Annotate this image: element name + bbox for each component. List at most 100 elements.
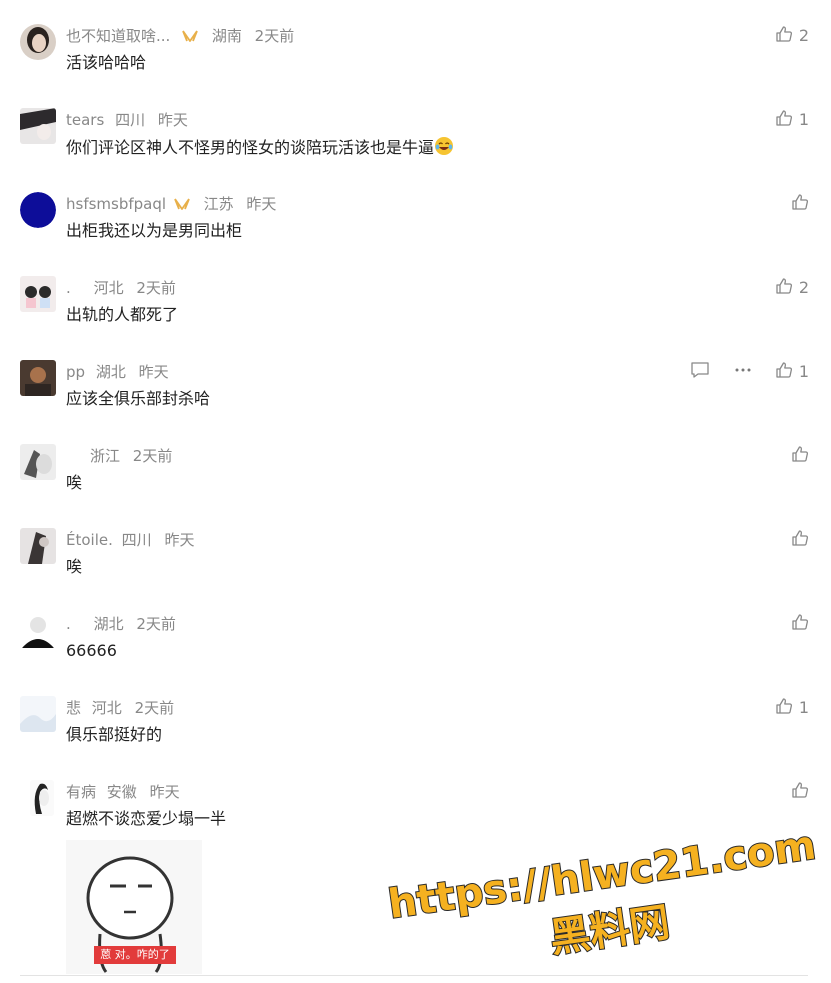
comment-item: 浙江 2天前 唉 — [0, 444, 831, 528]
thumbs-up-icon — [775, 277, 793, 300]
comment-meta: 浙江 2天前 — [90, 446, 172, 466]
region: 四川 — [115, 111, 146, 129]
comment-text: 你们评论区神人不怪男的怪女的谈陪玩活该也是牛逼 — [66, 136, 454, 162]
comment-meta: 也不知道取啥... 湖南 2天前 — [66, 26, 294, 46]
timestamp: 2天前 — [136, 615, 176, 633]
username[interactable]: Étoile. — [66, 531, 113, 549]
username[interactable]: 悲 — [66, 699, 81, 717]
timestamp: 2天前 — [132, 447, 173, 465]
username[interactable]: 也不知道取啥... — [66, 27, 170, 45]
timestamp: 昨天 — [164, 531, 195, 549]
thumbs-up-icon — [775, 697, 793, 720]
avatar[interactable] — [20, 528, 56, 564]
avatar[interactable] — [30, 780, 54, 816]
avatar[interactable] — [20, 108, 56, 144]
thumbs-up-icon — [791, 445, 809, 468]
region: 河北 — [93, 279, 124, 297]
comment-meta: . 河北 2天前 — [66, 278, 176, 298]
like-count: 1 — [798, 110, 809, 129]
divider — [20, 975, 808, 976]
like-count: 1 — [798, 362, 809, 381]
like-count: 2 — [798, 26, 809, 45]
timestamp: 2天前 — [254, 27, 295, 45]
thumbs-up-icon — [791, 781, 809, 804]
timestamp: 昨天 — [157, 111, 188, 129]
avatar[interactable] — [20, 612, 56, 648]
like-button[interactable]: 1 — [775, 697, 809, 720]
comment-item: Étoile. 四川 昨天 唉 — [0, 528, 831, 612]
vip-badge-icon — [173, 196, 191, 217]
username[interactable]: pp — [66, 363, 85, 381]
comment-item: 悲 河北 2天前 俱乐部挺好的 1 — [0, 696, 831, 780]
region: 浙江 — [90, 447, 121, 465]
like-count: 2 — [798, 278, 809, 297]
thumbs-up-icon — [775, 361, 793, 384]
avatar[interactable] — [20, 192, 56, 228]
username[interactable]: 有病 — [66, 783, 96, 801]
region: 湖北 — [95, 363, 126, 381]
avatar[interactable] — [20, 24, 56, 60]
comment-actions — [690, 362, 752, 382]
like-count: 1 — [798, 698, 809, 717]
like-button[interactable]: 1 — [775, 109, 809, 132]
username[interactable]: hsfsmsbfpaql — [66, 195, 166, 213]
timestamp: 昨天 — [149, 783, 180, 801]
laughing-emoji-icon — [434, 136, 454, 162]
sticker-image[interactable]: 蒽 对。咋的了 — [66, 840, 202, 974]
comment-text: 应该全俱乐部封杀哈 — [66, 389, 211, 408]
avatar[interactable] — [20, 696, 56, 732]
comment-text: 66666 — [66, 641, 117, 660]
comment-text-content: 你们评论区神人不怪男的怪女的谈陪玩活该也是牛逼 — [66, 138, 435, 157]
comment-meta: 有病 安徽 昨天 — [66, 782, 180, 802]
region: 湖北 — [93, 615, 124, 633]
timestamp: 2天前 — [136, 279, 176, 297]
sticker-caption: 蒽 对。咋的了 — [100, 948, 170, 961]
comment-item: . 河北 2天前 出轨的人都死了 2 — [0, 276, 831, 360]
comment-text: 出轨的人都死了 — [66, 305, 179, 324]
comment-text: 超燃不谈恋爱少塌一半 — [66, 809, 227, 828]
comment-text: 活该哈哈哈 — [66, 53, 147, 72]
region: 安徽 — [106, 783, 137, 801]
comment-meta: hsfsmsbfpaql 江苏 昨天 — [66, 194, 276, 214]
like-button[interactable] — [791, 193, 809, 216]
comment-text: 唉 — [66, 473, 83, 492]
comment-meta: 悲 河北 2天前 — [66, 698, 174, 718]
thumbs-up-icon — [775, 109, 793, 132]
timestamp: 昨天 — [138, 363, 169, 381]
comment-meta: pp 湖北 昨天 — [66, 362, 169, 382]
like-button[interactable] — [791, 613, 809, 636]
comment-item: . 湖北 2天前 66666 — [0, 612, 831, 696]
comment-item: 也不知道取啥... 湖南 2天前 活该哈哈哈 2 — [0, 24, 831, 108]
like-button[interactable]: 2 — [775, 277, 809, 300]
vip-badge-icon — [181, 28, 199, 49]
region: 河北 — [91, 699, 122, 717]
like-button[interactable]: 2 — [775, 25, 809, 48]
timestamp: 2天前 — [134, 699, 175, 717]
avatar[interactable] — [20, 276, 56, 312]
thumbs-up-icon — [775, 25, 793, 48]
like-button[interactable] — [791, 529, 809, 550]
username[interactable]: tears — [66, 111, 104, 129]
timestamp: 昨天 — [246, 195, 277, 213]
comment-item: hsfsmsbfpaql 江苏 昨天 出柜我还以为是男同出柜 — [0, 192, 831, 276]
like-button[interactable] — [791, 781, 809, 804]
like-button[interactable] — [791, 445, 809, 468]
watermark-site-name: 黑料网 — [547, 900, 672, 962]
comment-text: 俱乐部挺好的 — [66, 725, 163, 744]
comment-meta: tears 四川 昨天 — [66, 110, 188, 130]
avatar[interactable] — [20, 444, 56, 480]
reply-icon[interactable] — [690, 361, 710, 383]
region: 四川 — [121, 531, 152, 549]
thumbs-up-icon — [791, 193, 809, 216]
more-options-icon[interactable] — [734, 361, 752, 383]
username[interactable]: . — [66, 615, 71, 633]
comment-text: 出柜我还以为是男同出柜 — [66, 221, 243, 240]
avatar[interactable] — [20, 360, 56, 396]
region: 湖南 — [211, 27, 242, 45]
like-button[interactable]: 1 — [775, 361, 809, 384]
region: 江苏 — [203, 195, 234, 213]
username[interactable]: . — [66, 279, 71, 297]
thumbs-up-icon — [791, 613, 809, 636]
comment-text: 唉 — [66, 557, 83, 576]
comment-meta: . 湖北 2天前 — [66, 614, 176, 634]
